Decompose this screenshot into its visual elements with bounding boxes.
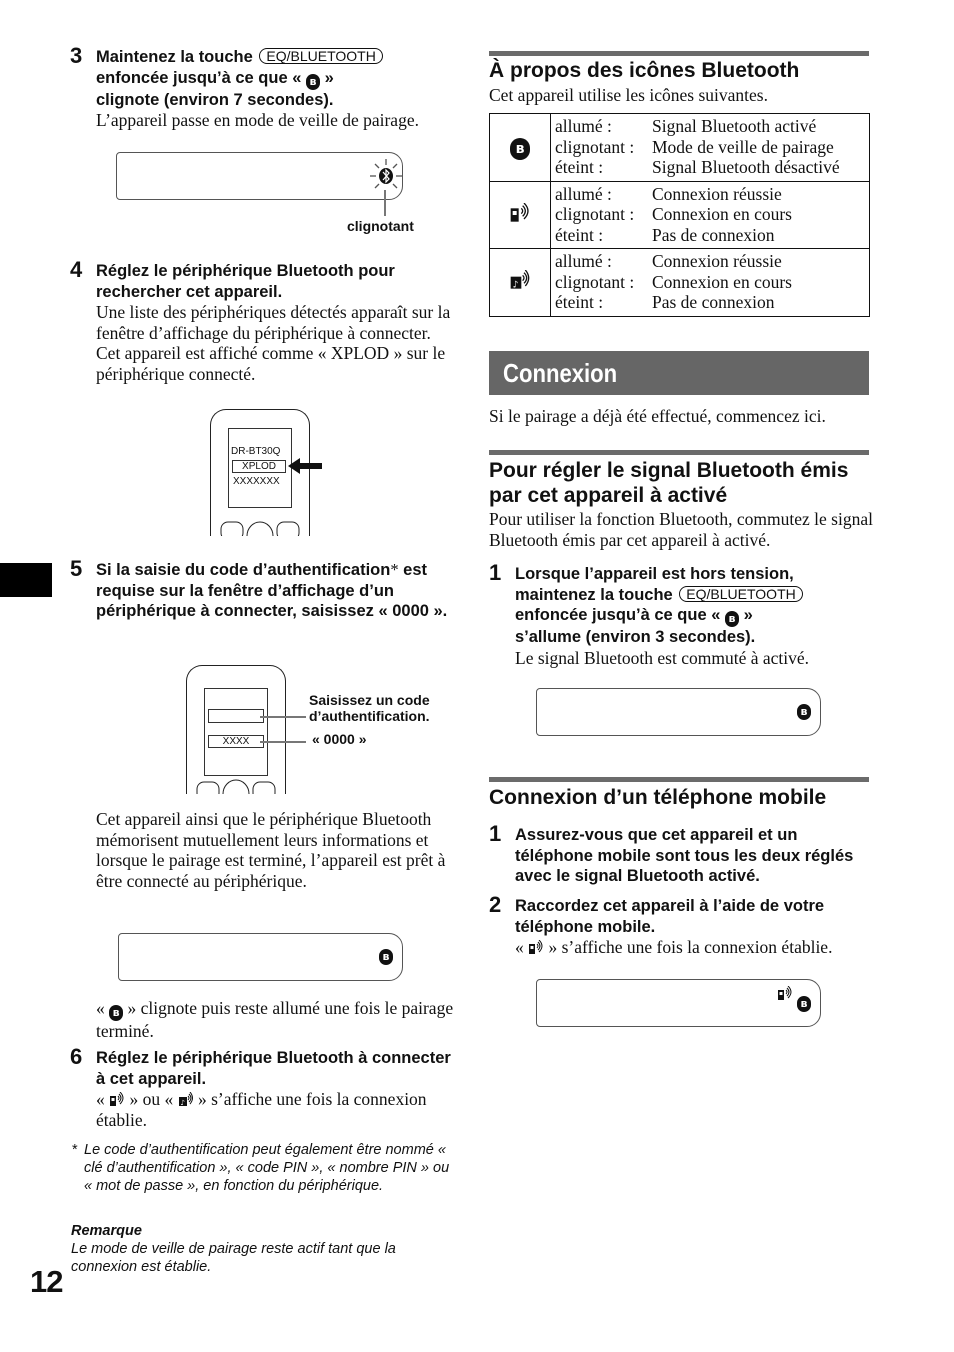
page-number: 12 <box>30 1264 63 1299</box>
step-heading: Réglez le périphérique Bluetooth à conne… <box>96 1049 451 1088</box>
step-number: 3 <box>70 43 83 68</box>
arrow-icon <box>288 458 322 474</box>
connexion-intro: Si le pairage a déjà été effectué, comme… <box>489 406 826 426</box>
display-panel-connected: ʙ <box>536 979 821 1027</box>
section-title: Connexion d’un téléphone mobile <box>489 786 827 809</box>
section-title: Pour régler le signal Bluetooth émis par… <box>489 459 849 507</box>
signal-step-1: 1 Lorsque l’appareil est hors tension, m… <box>489 560 874 668</box>
step-4: 4 Réglez le périphérique Bluetooth pour … <box>70 257 455 384</box>
auth-code-value: XXXX <box>208 735 264 748</box>
section-intro: Cet appareil utilise les icônes suivante… <box>489 85 768 105</box>
step-6: 6 Réglez le périphérique Bluetooth à con… <box>70 1044 455 1130</box>
phone-signal-icon <box>778 986 792 1000</box>
blinking-callout: clignotant <box>347 218 414 234</box>
section-rule <box>489 777 869 782</box>
eq-bluetooth-key: EQ/BLUETOOTH <box>679 585 803 602</box>
phone-screen: DR-BT30Q XPLOD XXXXXXX <box>228 428 292 508</box>
step-3: 3 Maintenez la touche EQ/BLUETOOTH enfon… <box>70 43 455 131</box>
display-panel-paired: ʙ <box>118 933 403 981</box>
step-heading: Si la saisie du code d’authentification*… <box>96 560 448 620</box>
callout-line <box>260 716 306 718</box>
step-number: 5 <box>70 556 83 581</box>
footnote-marker: * <box>390 560 399 579</box>
phone-signal-icon <box>529 939 543 954</box>
step-heading: Raccordez cet appareil à l’aide de votre… <box>515 897 825 936</box>
eq-bluetooth-key: EQ/BLUETOOTH <box>259 48 383 64</box>
section-intro: Pour utiliser la fonction Bluetooth, com… <box>489 509 873 550</box>
table-row: ♪ allumé : Connexion réussie clignotant :… <box>489 248 870 317</box>
footnote-marker: * <box>72 1142 78 1158</box>
step-body: « » s’affiche une fois la connexion étab… <box>515 937 833 957</box>
mobile-step-1: 1 Assurez-vous que cet appareil et un té… <box>489 821 874 887</box>
table-row: ʙ allumé : Signal Bluetooth activé cligno… <box>489 113 870 182</box>
code-value-callout: « 0000 » <box>312 731 367 747</box>
svg-text:♪: ♪ <box>180 1099 184 1107</box>
bluetooth-blinking-icon <box>370 159 402 189</box>
step-heading: Assurez-vous que cet appareil et un télé… <box>515 826 854 885</box>
step-heading: Lorsque l’appareil est hors tension, mai… <box>515 564 874 648</box>
step-number: 6 <box>70 1044 83 1069</box>
section-rule <box>489 450 869 455</box>
display-panel-bt-on: ʙ <box>536 688 821 736</box>
connexion-banner: Connexion <box>489 351 869 395</box>
banner-title: Connexion <box>503 358 618 388</box>
step-number: 2 <box>489 892 502 917</box>
step-body: « » ou « ♪ » s’affiche une fois la conne… <box>96 1089 427 1130</box>
bluetooth-icon: ʙ <box>306 73 320 90</box>
audio-signal-icon: ♪ <box>178 1091 193 1107</box>
xplod-device-entry: XPLOD <box>232 460 286 473</box>
bluetooth-icon: ʙ <box>797 704 811 720</box>
bluetooth-icon: ʙ <box>379 949 393 965</box>
paired-note: « ʙ » clignote puis reste allumé une foi… <box>96 998 454 1041</box>
pairing-paragraph: Cet appareil ainsi que le périphérique B… <box>96 809 446 891</box>
auth-code-field <box>208 709 264 723</box>
step-5: 5 Si la saisie du code d’authentificatio… <box>70 556 455 622</box>
auth-code-callout: Saisissez un code d’authentification. <box>309 692 430 724</box>
step-number: 1 <box>489 560 502 585</box>
bluetooth-icon: ʙ <box>725 611 739 627</box>
phone-keypad <box>220 521 300 536</box>
section-rule <box>489 51 869 56</box>
audio-signal-icon: ♪ <box>510 269 530 290</box>
mobile-step-2: 2 Raccordez cet appareil à l’aide de vot… <box>489 892 874 958</box>
phone-signal-icon <box>510 202 529 222</box>
section-title: À propos des icônes Bluetooth <box>489 59 800 82</box>
note: Remarque Le mode de veille de pairage re… <box>71 1222 456 1276</box>
note-title: Remarque <box>71 1223 142 1239</box>
section-tab-marker <box>0 563 52 597</box>
step-number: 4 <box>70 257 83 282</box>
display-panel-blinking <box>116 152 403 200</box>
footnote: * Le code d’authentification peut égalem… <box>72 1142 450 1194</box>
bluetooth-icon: ʙ <box>510 137 530 160</box>
step-body: Le signal Bluetooth est commuté à activé… <box>515 647 810 668</box>
bluetooth-icon: ʙ <box>797 996 811 1012</box>
step-number: 1 <box>489 821 502 846</box>
step-heading: Réglez le périphérique Bluetooth pour re… <box>96 262 395 301</box>
phone-screen: XXXX <box>204 688 268 776</box>
note-text: Le mode de veille de pairage reste actif… <box>71 1241 396 1275</box>
step-body: L’appareil passe en mode de veille de pa… <box>96 110 419 130</box>
svg-text:♪: ♪ <box>513 279 519 290</box>
phone-signal-icon <box>110 1091 124 1106</box>
callout-line <box>260 741 306 743</box>
phone-illustration: XXXX <box>186 665 286 794</box>
table-row: allumé : Connexion réussie clignotant : Co… <box>489 180 870 249</box>
icons-table: ʙ allumé : Signal Bluetooth activé cligno… <box>489 113 870 317</box>
callout-line <box>384 190 386 216</box>
phone-keypad <box>196 779 276 794</box>
step-heading: Maintenez la touche EQ/BLUETOOTH enfoncé… <box>96 47 455 110</box>
step-body: Une liste des périphériques détectés app… <box>96 302 451 384</box>
bluetooth-icon: ʙ <box>109 1005 124 1021</box>
